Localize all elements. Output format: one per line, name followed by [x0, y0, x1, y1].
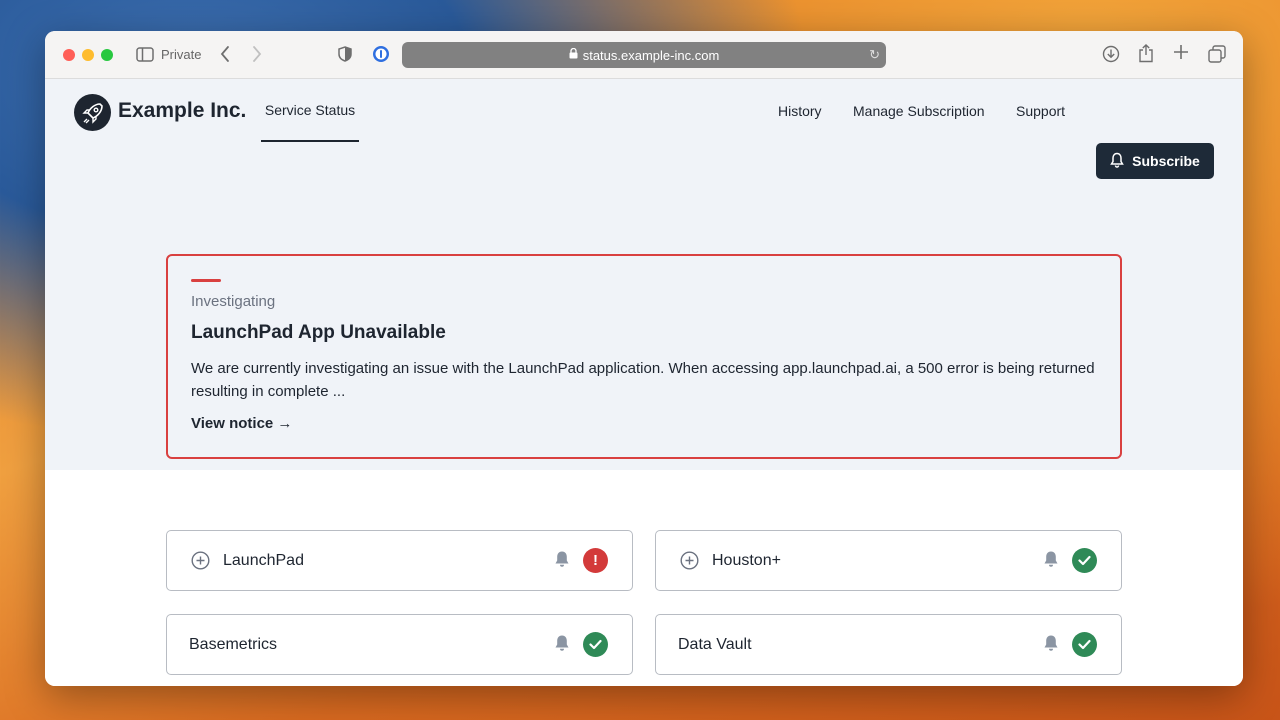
incident-state: Investigating	[191, 293, 276, 310]
view-notice-link[interactable]: View notice →	[191, 415, 292, 432]
service-card[interactable]: Data Vault	[655, 614, 1122, 675]
nav-manage-subscription[interactable]: Manage Subscription	[853, 103, 985, 119]
share-icon[interactable]	[1138, 44, 1154, 63]
reload-icon[interactable]: ↻	[869, 47, 880, 63]
window-controls	[63, 49, 113, 61]
status-page-hero: Example Inc. Service Status History Mana…	[45, 79, 1243, 470]
service-card[interactable]: Basemetrics	[166, 614, 633, 675]
bell-icon[interactable]	[1043, 550, 1059, 573]
rocket-logo-icon[interactable]	[74, 94, 111, 131]
address-bar[interactable]: status.example-inc.com ↻	[402, 42, 886, 68]
password-manager-icon[interactable]	[372, 45, 390, 63]
tab-overview-icon[interactable]	[1208, 45, 1226, 63]
site-header: Example Inc. Service Status History Mana…	[45, 79, 1243, 145]
url-text: status.example-inc.com	[582, 47, 720, 63]
minimize-window-button[interactable]	[82, 49, 94, 61]
close-window-button[interactable]	[63, 49, 75, 61]
private-label: Private	[161, 47, 202, 62]
zoom-window-button[interactable]	[101, 49, 113, 61]
new-tab-icon[interactable]	[1173, 44, 1189, 60]
check-icon	[1072, 632, 1097, 657]
nav-history[interactable]: History	[778, 103, 822, 119]
back-button[interactable]	[219, 45, 231, 63]
service-card[interactable]: LaunchPad !	[166, 530, 633, 591]
service-name: Data Vault	[678, 636, 752, 653]
browser-toolbar: Private status.example-inc.com ↻	[45, 31, 1243, 79]
subscribe-button[interactable]: Subscribe	[1096, 143, 1214, 179]
incident-description: We are currently investigating an issue …	[191, 360, 1095, 400]
bell-icon	[1110, 152, 1124, 171]
service-name: Basemetrics	[189, 636, 278, 653]
nav-service-status-label: Service Status	[264, 101, 356, 118]
bell-icon[interactable]	[1043, 634, 1059, 657]
brand-name[interactable]: Example Inc.	[118, 99, 246, 123]
privacy-shield-icon[interactable]	[338, 46, 352, 62]
service-card[interactable]: Houston+	[655, 530, 1122, 591]
service-name: LaunchPad	[223, 552, 304, 569]
bell-icon[interactable]	[554, 550, 570, 573]
check-icon	[583, 632, 608, 657]
service-name: Houston+	[712, 552, 781, 569]
sidebar-toggle-icon[interactable]	[136, 47, 154, 62]
check-icon	[1072, 548, 1097, 573]
expand-plus-icon[interactable]	[680, 551, 699, 575]
forward-button[interactable]	[251, 45, 263, 63]
bell-icon[interactable]	[554, 634, 570, 657]
services-grid: LaunchPad ! Houston+ Basemetrics Data Va…	[45, 470, 1243, 686]
incident-title: LaunchPad App Unavailable	[191, 322, 446, 343]
downloads-icon[interactable]	[1102, 45, 1120, 63]
browser-window: Private status.example-inc.com ↻ Example…	[45, 31, 1243, 686]
lock-icon	[569, 47, 578, 62]
nav-service-status[interactable]: Service Status	[261, 79, 359, 142]
incident-accent-bar	[191, 279, 221, 282]
incident-notice-card[interactable]: Investigating LaunchPad App Unavailable …	[166, 254, 1122, 459]
exclamation-icon: !	[583, 548, 608, 573]
expand-plus-icon[interactable]	[191, 551, 210, 575]
nav-support[interactable]: Support	[1016, 103, 1065, 119]
subscribe-label: Subscribe	[1132, 153, 1200, 169]
